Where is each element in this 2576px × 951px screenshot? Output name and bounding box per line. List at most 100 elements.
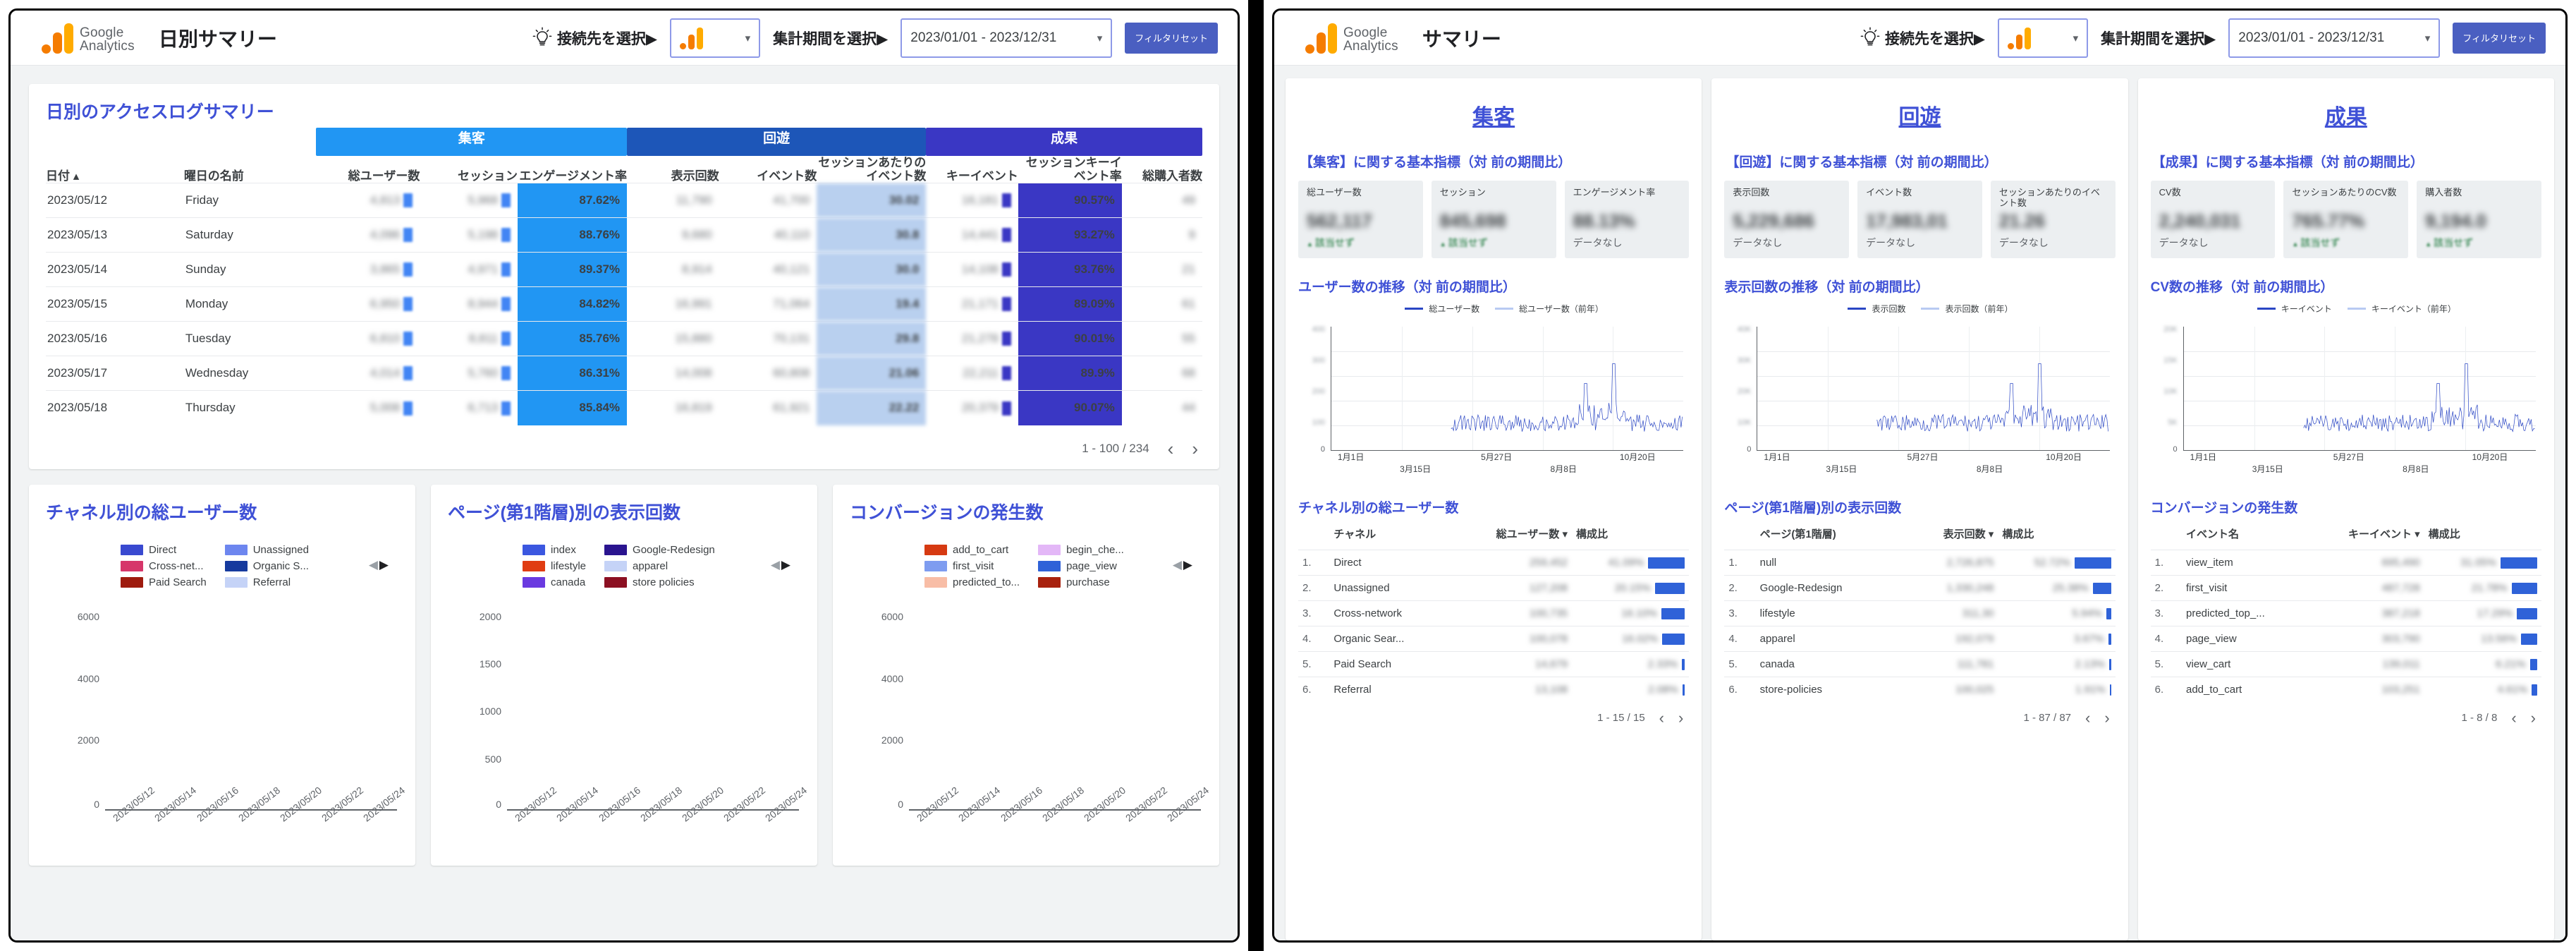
property-select[interactable]: ▾ xyxy=(1998,18,2089,58)
date-range-select[interactable]: 2023/01/01 - 2023/12/31 ▾ xyxy=(901,18,1113,58)
legend-pager[interactable]: ◀▶ xyxy=(1173,558,1194,572)
column-heading[interactable]: 成果 xyxy=(2151,90,2541,149)
col-dimension[interactable]: ページ(第1階層) xyxy=(1756,525,1905,550)
legend-label: Organic S... xyxy=(252,559,309,572)
table-row[interactable]: 2. first_visit 487,728 21.78% xyxy=(2150,574,2541,601)
table-row[interactable]: 4. apparel 192,079 3.67% xyxy=(1724,625,2116,652)
breakdown-table-section: コンバージョンの発生数 イベント名 キーイベント ▾ 構成比 1. view_it… xyxy=(2150,497,2541,734)
period-selector-label[interactable]: 集計期間を選択▶ xyxy=(2101,28,2216,49)
table-row[interactable]: 2023/05/13 Saturday 4,096 5,198 88.76% 9… xyxy=(46,217,1202,253)
table-row[interactable]: 2023/05/14 Sunday 3,865 4,971 89.37% 8,9… xyxy=(46,252,1202,287)
pager-prev-icon[interactable]: ‹ xyxy=(1168,440,1174,458)
connection-selector-group[interactable]: 接続先を選択▶ xyxy=(532,26,657,50)
breakdown-table-section: ページ(第1階層)別の表示回数 ページ(第1階層) 表示回数 ▾ 構成比 1. n… xyxy=(1724,497,2116,734)
table-row[interactable]: 2023/05/17 Wednesday 4,014 5,760 86.31% … xyxy=(46,356,1202,391)
col-date[interactable]: 日付 ▴ xyxy=(46,156,184,183)
table-row[interactable]: 1. view_item 695,490 31.05% xyxy=(2150,549,2541,576)
col-total-users[interactable]: 総ユーザー数 xyxy=(316,156,420,183)
legend-pager[interactable]: ◀▶ xyxy=(771,558,792,572)
property-select[interactable]: ▾ xyxy=(670,18,761,58)
col-engagement-rate[interactable]: エンゲージメント率 xyxy=(518,156,627,183)
table-row[interactable]: 1. null 2,726,875 52.72% xyxy=(1724,549,2116,576)
row-value: 100,025 xyxy=(1904,676,1998,702)
column-heading[interactable]: 回遊 xyxy=(1724,90,2115,149)
col-metric[interactable]: 総ユーザー数 ▾ xyxy=(1478,525,1572,550)
col-metric[interactable]: キーイベント ▾ xyxy=(2331,525,2424,550)
table-row[interactable]: 6. store-policies 100,025 1.91% xyxy=(1724,676,2116,702)
legend-prev-icon[interactable]: ◀ xyxy=(771,558,781,571)
col-dimension[interactable]: チャネル xyxy=(1329,525,1478,550)
connection-selector-label[interactable]: 接続先を選択▶ xyxy=(557,28,657,49)
pager-prev-icon[interactable]: ‹ xyxy=(2511,709,2516,727)
col-key-events[interactable]: キーイベント xyxy=(926,156,1018,183)
pager-next-icon[interactable]: › xyxy=(1678,709,1683,727)
table-row[interactable]: 6. add_to_cart 103,251 4.61% xyxy=(2150,676,2541,702)
legend-pager[interactable]: ◀▶ xyxy=(369,558,390,572)
chevron-down-icon[interactable]: ▾ xyxy=(2073,32,2079,44)
connection-selector-group[interactable]: 接続先を選択▶ xyxy=(1860,26,1985,50)
y-tick: 400 xyxy=(1312,325,1325,334)
col-share[interactable]: 構成比 xyxy=(1998,525,2115,550)
pager-next-icon[interactable]: › xyxy=(2104,709,2109,727)
table-row[interactable]: 1. Direct 259,452 41.09% xyxy=(1298,549,1690,576)
kpi-section-title: 【集客】に関する基本指標（対 前の期間比） xyxy=(1300,155,1572,170)
legend-prev-icon[interactable]: ◀ xyxy=(369,558,379,571)
left-dashboard-panel: Google Analytics 日別サマリー 接続先を選択▶ ▾ 集計期間を選… xyxy=(0,0,1248,951)
period-selector-group[interactable]: 集計期間を選択▶ xyxy=(773,28,888,49)
pager-next-icon[interactable]: › xyxy=(2531,709,2536,727)
table-row[interactable]: 3. lifestyle 311,30 5.94% xyxy=(1724,600,2116,626)
table-row[interactable]: 5. view_cart 139,011 6.21% xyxy=(2150,650,2541,677)
col-metric[interactable]: 表示回数 ▾ xyxy=(1904,525,1998,550)
col-views[interactable]: 表示回数 xyxy=(627,156,719,183)
table-row[interactable]: 2. Unassigned 127,208 20.15% xyxy=(1298,574,1690,601)
col-weekday[interactable]: 曜日の名前 xyxy=(184,156,317,183)
table-row[interactable]: 2023/05/16 Tuesday 6,810 8,811 85.76% 15… xyxy=(46,321,1202,356)
table-row[interactable]: 2023/05/15 Monday 6,950 8,944 84.82% 16,… xyxy=(46,286,1202,322)
table-row[interactable]: 5. canada 111,781 2.13% xyxy=(1724,650,2116,677)
col-session-key-event-rate[interactable]: セッションキーイベント率 xyxy=(1018,156,1122,183)
period-selector-group[interactable]: 集計期間を選択▶ xyxy=(2101,28,2216,49)
table-row[interactable]: 2023/05/12 Friday 4,813 5,968 87.62% 11,… xyxy=(46,183,1202,218)
kpi-value: 9,194.0 xyxy=(2425,210,2486,231)
legend-next-icon[interactable]: ▶ xyxy=(781,558,792,571)
filter-reset-button[interactable]: フィルタリセット xyxy=(2453,22,2546,54)
y-tick: 2000 xyxy=(77,734,99,746)
filter-reset-button[interactable]: フィルタリセット xyxy=(1125,22,1218,54)
col-dimension[interactable]: イベント名 xyxy=(2182,525,2331,550)
chart-title: チャネル別の総ユーザー数 xyxy=(46,502,257,523)
table-row[interactable]: 3. Cross-network 100,735 16.10% xyxy=(1298,600,1690,626)
legend-item: 総ユーザー数（前年） xyxy=(1495,303,1604,315)
legend-line-swatch xyxy=(1921,308,1940,310)
column-heading[interactable]: 集客 xyxy=(1298,90,1689,149)
table-row[interactable]: 4. page_view 303,790 13.56% xyxy=(2150,625,2541,652)
cell-events: 71,064 xyxy=(719,286,817,322)
table-row[interactable]: 2023/05/18 Thursday 5,008 6,713 85.84% 1… xyxy=(46,390,1202,425)
table-row[interactable]: 5. Paid Search 14,679 2.33% xyxy=(1298,650,1690,677)
chevron-down-icon[interactable]: ▾ xyxy=(2425,32,2431,44)
col-events[interactable]: イベント数 xyxy=(719,156,817,183)
table-row[interactable]: 3. predicted_top_... 387,218 17.29% xyxy=(2150,600,2541,626)
legend-next-icon[interactable]: ▶ xyxy=(1183,558,1194,571)
legend-item: Organic S... xyxy=(224,559,309,572)
table-row[interactable]: 2. Google-Redesign 1,330,248 25.38% xyxy=(1724,574,2116,601)
date-range-select[interactable]: 2023/01/01 - 2023/12/31 ▾ xyxy=(2228,18,2441,58)
row-name: apparel xyxy=(1755,625,1905,652)
legend-prev-icon[interactable]: ◀ xyxy=(1173,558,1183,571)
pager-prev-icon[interactable]: ‹ xyxy=(1659,709,1664,727)
cell-session-key-event-rate: 90.07% xyxy=(1018,390,1122,425)
connection-selector-label[interactable]: 接続先を選択▶ xyxy=(1885,28,1985,49)
table-row[interactable]: 4. Organic Sear... 100,078 16.02% xyxy=(1298,625,1690,652)
pager-next-icon[interactable]: › xyxy=(1192,440,1198,458)
legend-next-icon[interactable]: ▶ xyxy=(379,558,390,571)
chevron-down-icon[interactable]: ▾ xyxy=(745,32,751,44)
col-share[interactable]: 構成比 xyxy=(2424,525,2541,550)
table-group-header-row: 集客 回遊 成果 xyxy=(46,128,1202,156)
period-selector-label[interactable]: 集計期間を選択▶ xyxy=(773,28,888,49)
chevron-down-icon[interactable]: ▾ xyxy=(1097,32,1103,44)
col-events-per-session[interactable]: セッションあたりのイベント数 xyxy=(817,156,926,183)
col-total-purchasers[interactable]: 総購入者数 xyxy=(1122,156,1202,183)
table-row[interactable]: 6. Referral 13,108 2.08% xyxy=(1298,676,1690,702)
col-sessions[interactable]: セッション xyxy=(420,156,518,183)
pager-prev-icon[interactable]: ‹ xyxy=(2085,709,2090,727)
col-share[interactable]: 構成比 xyxy=(1572,525,1689,550)
